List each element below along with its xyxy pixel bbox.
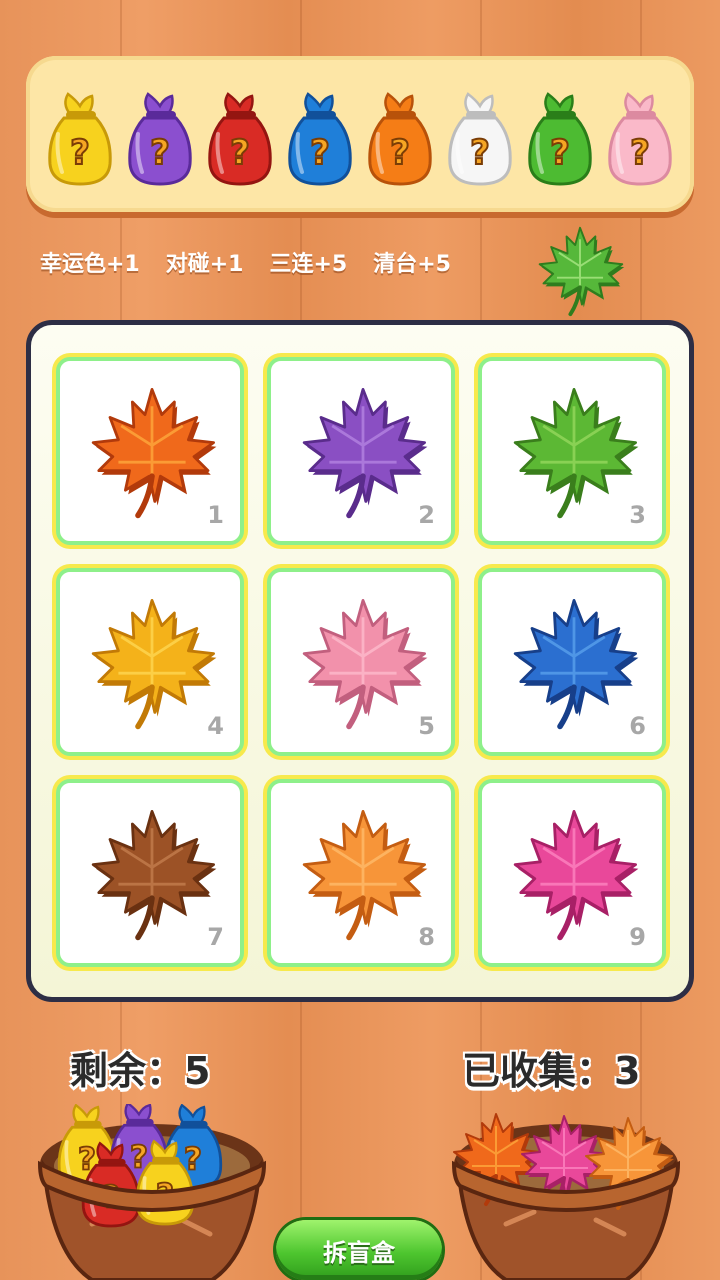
tip-clear: 清台+5	[373, 252, 451, 277]
mystery-bag-pink-icon: ?	[608, 92, 672, 186]
mystery-bag-white-icon: ?	[448, 92, 512, 186]
tip-pair: 对碰+1	[165, 252, 244, 277]
mystery-bag-row: ? ? ? ? ? ? ? ?	[42, 80, 678, 192]
grid-cell-8[interactable]: 8	[267, 779, 455, 967]
cell-number: 5	[418, 712, 435, 740]
svg-text:?: ?	[70, 133, 90, 173]
maple-leaf-icon	[91, 810, 217, 941]
grid-cell-5[interactable]: 5	[267, 568, 455, 756]
cell-number: 7	[207, 923, 224, 951]
remaining-bags-pot: ? ? ? ? ?	[37, 1104, 267, 1280]
grid-cell-1[interactable]: 1	[56, 357, 244, 545]
maple-leaf-icon	[302, 599, 428, 730]
svg-text:?: ?	[150, 133, 170, 173]
mystery-bag-yellow-icon: ?	[48, 92, 112, 186]
collected-count: 已收集：3	[462, 1049, 641, 1093]
svg-text:?: ?	[310, 133, 330, 173]
tip-lucky-color: 幸运色+1	[40, 252, 140, 277]
maple-leaf-icon	[91, 388, 217, 519]
svg-text:?: ?	[550, 133, 570, 173]
cell-number: 1	[207, 501, 224, 529]
svg-text:?: ?	[390, 133, 410, 173]
maple-leaf-icon	[91, 599, 217, 730]
maple-leaf-icon	[513, 599, 639, 730]
cell-number: 4	[207, 712, 224, 740]
maple-leaf-icon	[302, 388, 428, 519]
remaining-count: 剩余：5	[70, 1049, 211, 1093]
cell-number: 6	[629, 712, 646, 740]
grid-cell-4[interactable]: 4	[56, 568, 244, 756]
mystery-bag-blue-icon: ?	[288, 92, 352, 186]
tip-triple: 三连+5	[269, 252, 348, 277]
grid-cell-7[interactable]: 7	[56, 779, 244, 967]
mystery-bag-red-icon: ?	[208, 92, 272, 186]
leaf-grid-board: 1 2 3 4 5 6 7 8 9	[26, 320, 694, 1002]
mystery-bag-bar: ? ? ? ? ? ? ? ?	[26, 56, 694, 212]
svg-text:?: ?	[630, 133, 650, 173]
maple-leaf-icon	[513, 388, 639, 519]
lucky-leaf-green-icon	[538, 226, 625, 317]
cell-number: 9	[629, 923, 646, 951]
score-tips: 幸运色+1 对碰+1 三连+5 清台+5	[40, 246, 477, 278]
open-blind-box-button[interactable]: 拆盲盒	[276, 1220, 442, 1280]
svg-text:?: ?	[470, 133, 490, 173]
cell-number: 3	[629, 501, 646, 529]
grid-cell-3[interactable]: 3	[478, 357, 666, 545]
cell-number: 8	[418, 923, 435, 951]
grid-cell-6[interactable]: 6	[478, 568, 666, 756]
mystery-bag-green-icon: ?	[528, 92, 592, 186]
cell-number: 2	[418, 501, 435, 529]
grid-cell-2[interactable]: 2	[267, 357, 455, 545]
maple-leaf-icon	[513, 810, 639, 941]
mystery-bag-purple-icon: ?	[128, 92, 192, 186]
mystery-bag-orange-icon: ?	[368, 92, 432, 186]
svg-text:?: ?	[230, 133, 250, 173]
collected-leaves-pot	[451, 1113, 681, 1280]
grid-cell-9[interactable]: 9	[478, 779, 666, 967]
maple-leaf-icon	[302, 810, 428, 941]
